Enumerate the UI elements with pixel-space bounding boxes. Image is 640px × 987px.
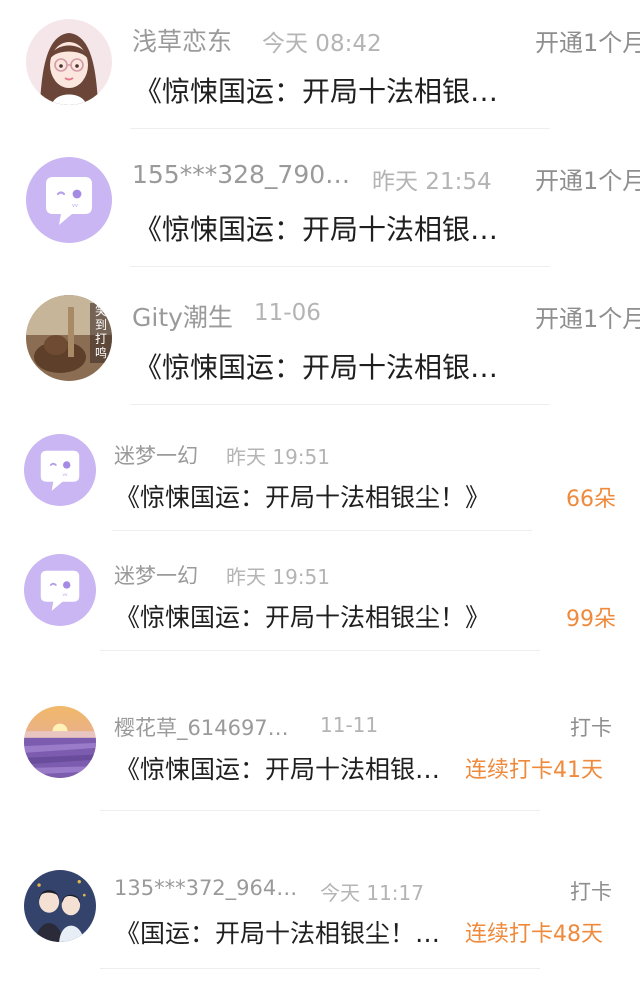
list-item[interactable]: 笑 到 打 鸣 Gity潮生 11-06 开通1个月 《惊悚国运：开局十法相银… (0, 276, 640, 405)
username[interactable]: 樱花草_614697… (114, 712, 289, 742)
girl-portrait-avatar-icon (26, 19, 112, 105)
timestamp: 11-06 (254, 300, 321, 326)
svg-text:到: 到 (95, 318, 107, 332)
avatar[interactable]: 笑 到 打 鸣 (26, 295, 112, 381)
gift-count: 66朵 (566, 487, 616, 512)
list-item[interactable]: vv 迷梦一幻 昨天 19:51 《惊悚国运：开局十法相银尘！》 99朵 (0, 534, 640, 654)
timestamp: 昨天 21:54 (372, 169, 492, 195)
svg-text:笑: 笑 (95, 303, 107, 318)
svg-text:vv: vv (63, 592, 68, 597)
action-label: 打卡 (570, 716, 612, 740)
avatar[interactable]: vv (24, 434, 96, 506)
username[interactable]: 迷梦一幻 (114, 560, 198, 590)
action-label: 开通1个月 (535, 29, 640, 57)
lavender-field-sunset-avatar-icon (24, 706, 96, 778)
book-title[interactable]: 《惊悚国运：开局十法相银尘！》 (115, 478, 490, 514)
action-label: 开通1个月 (535, 305, 640, 333)
action-label: 开通1个月 (535, 167, 640, 195)
username[interactable]: 155***328_790… (132, 160, 350, 189)
divider (100, 968, 540, 969)
avatar[interactable] (26, 19, 112, 105)
svg-text:vv: vv (63, 472, 68, 477)
book-title[interactable]: 《国运：开局十法相银尘！… (115, 914, 465, 950)
default-chat-bubble-avatar-icon: vv (26, 157, 112, 243)
meme-photo-avatar-icon: 笑 到 打 鸣 (26, 295, 112, 381)
default-chat-bubble-avatar-icon: vv (24, 554, 96, 626)
timestamp: 今天 08:42 (262, 31, 382, 57)
divider (130, 266, 550, 267)
avatar[interactable]: vv (26, 157, 112, 243)
book-title[interactable]: 《惊悚国运：开局十法相银尘！》 (115, 598, 490, 634)
timestamp: 今天 11:17 (320, 881, 424, 905)
username[interactable]: 浅草恋东 (132, 22, 232, 58)
checkin-streak: 连续打卡48天 (465, 922, 603, 947)
avatar[interactable] (24, 706, 96, 778)
svg-text:打: 打 (95, 332, 107, 346)
username[interactable]: 135***372_964… (114, 876, 297, 900)
book-title[interactable]: 《惊悚国运：开局十法相银… (134, 208, 534, 248)
anime-couple-avatar-icon (24, 870, 96, 942)
checkin-streak: 连续打卡41天 (465, 758, 603, 783)
username[interactable]: Gity潮生 (132, 298, 233, 334)
gift-count: 99朵 (566, 607, 616, 632)
divider (100, 810, 540, 811)
avatar[interactable] (24, 870, 96, 942)
book-title[interactable]: 《惊悚国运：开局十法相银… (134, 70, 534, 110)
book-title[interactable]: 《惊悚国运：开局十法相银… (115, 750, 465, 786)
avatar[interactable]: vv (24, 554, 96, 626)
timestamp: 昨天 19:51 (226, 565, 330, 589)
list-item[interactable]: 浅草恋东 今天 08:42 开通1个月 《惊悚国运：开局十法相银… (0, 0, 640, 129)
timestamp: 11-11 (320, 713, 379, 737)
list-item[interactable]: 樱花草_614697… 11-11 打卡 《惊悚国运：开局十法相银… 连续打卡4… (0, 690, 640, 822)
list-item[interactable]: vv 155***328_790… 昨天 21:54 开通1个月 《惊悚国运：开… (0, 138, 640, 267)
list-item[interactable]: vv 迷梦一幻 昨天 19:51 《惊悚国运：开局十法相银尘！》 66朵 (0, 414, 640, 534)
divider (112, 530, 532, 531)
action-label: 打卡 (570, 880, 612, 904)
timestamp: 昨天 19:51 (226, 445, 330, 469)
svg-text:鸣: 鸣 (95, 345, 107, 360)
divider (100, 650, 540, 651)
list-item[interactable]: 135***372_964… 今天 11:17 打卡 《国运：开局十法相银尘！…… (0, 852, 640, 987)
username[interactable]: 迷梦一幻 (114, 440, 198, 470)
book-title[interactable]: 《惊悚国运：开局十法相银… (134, 346, 534, 386)
svg-text:vv: vv (72, 203, 78, 209)
divider (130, 128, 550, 129)
divider (130, 404, 550, 405)
default-chat-bubble-avatar-icon: vv (24, 434, 96, 506)
